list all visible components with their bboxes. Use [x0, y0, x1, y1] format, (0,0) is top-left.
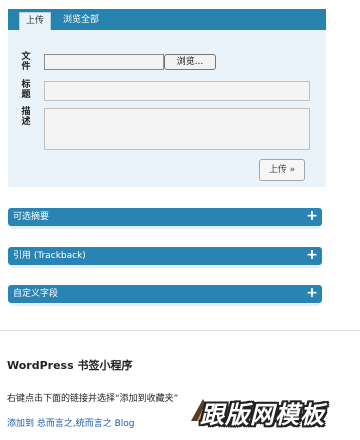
excerpt-box-header[interactable]: 可选摘要 + — [8, 208, 322, 226]
title-input[interactable] — [44, 81, 310, 101]
bookmarklet-instructions: 右键点击下面的链接并选择“添加到收藏夹” — [7, 394, 179, 404]
plus-icon[interactable]: + — [306, 248, 318, 264]
watermark-text: 跟版网模板 — [200, 401, 325, 429]
bookmarklet-heading: WordPress 书签小程序 — [7, 359, 133, 372]
file-label: 文件 — [21, 52, 31, 72]
custom-fields-box-body — [10, 303, 320, 306]
custom-fields-box-title: 自定义字段 — [13, 289, 59, 299]
excerpt-box-title: 可选摘要 — [13, 212, 50, 222]
tab-upload[interactable]: 上传 — [19, 12, 51, 30]
excerpt-box-body — [10, 226, 320, 229]
file-path-input[interactable] — [44, 54, 164, 70]
tab-browse-all[interactable]: 浏览全部 — [60, 12, 120, 30]
upload-tabbar: 上传 浏览全部 — [8, 9, 326, 30]
title-label: 标题 — [21, 80, 31, 100]
trackback-box-header[interactable]: 引用 (Trackback) + — [8, 247, 322, 265]
browse-button[interactable]: 浏览... — [164, 54, 216, 70]
plus-icon[interactable]: + — [306, 209, 318, 225]
upload-submit-button[interactable]: 上传 » — [259, 159, 305, 181]
plus-icon[interactable]: + — [306, 286, 318, 302]
custom-fields-box-header[interactable]: 自定义字段 + — [8, 285, 322, 303]
trackback-box-title: 引用 (Trackback) — [13, 251, 86, 261]
trackback-box-body — [10, 265, 320, 268]
description-textarea[interactable] — [44, 108, 310, 150]
upload-panel: 上传 浏览全部 文件 浏览... 标题 描述 上传 » — [8, 9, 326, 187]
description-label: 描述 — [21, 107, 31, 127]
bookmarklet-link[interactable]: 添加到 总而言之,统而言之 Blog — [7, 416, 134, 429]
section-divider — [0, 330, 360, 331]
